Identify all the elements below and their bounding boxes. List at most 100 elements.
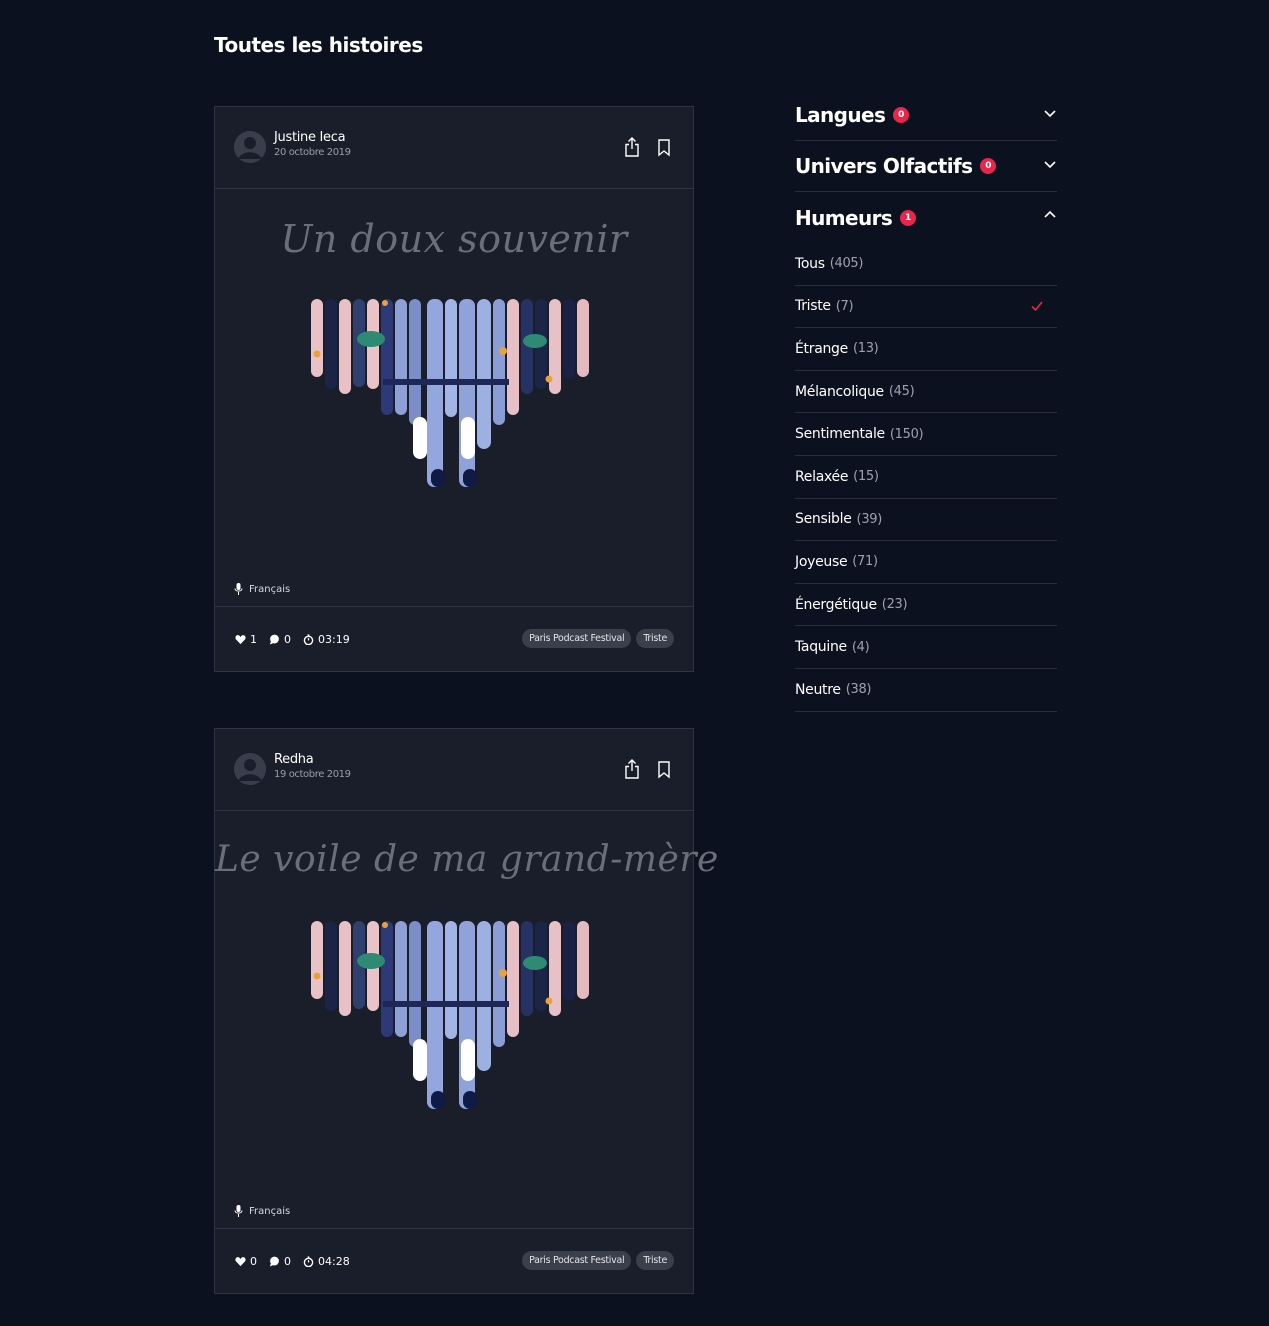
comment-icon bbox=[269, 634, 279, 645]
story-card-header: Redha 19 octobre 2019 bbox=[215, 729, 693, 811]
story-card-footer: 1 0 03:19 Paris Podcast Festival Triste bbox=[215, 607, 693, 671]
humeur-option[interactable]: Étrange (13) bbox=[795, 328, 1057, 371]
story-card-header: Justine Ieca 20 octobre 2019 bbox=[215, 107, 693, 189]
humeur-label: Sentimentale bbox=[795, 426, 885, 443]
story-card[interactable]: Redha 19 octobre 2019 Le voile de ma gra… bbox=[214, 728, 719, 1294]
humeur-count: (39) bbox=[856, 511, 883, 527]
tag-chip[interactable]: Paris Podcast Festival bbox=[522, 629, 632, 648]
duration-stat: 04:28 bbox=[303, 1255, 350, 1268]
humeur-label: Sensible bbox=[795, 511, 852, 528]
share-icon[interactable] bbox=[623, 759, 641, 779]
story-language: Français bbox=[234, 583, 290, 595]
humeur-count: (71) bbox=[852, 554, 878, 570]
humeur-option[interactable]: Mélancolique (45) bbox=[795, 371, 1057, 414]
language-label: Français bbox=[249, 583, 291, 595]
microphone-icon bbox=[234, 1205, 243, 1217]
tag-chip[interactable]: Triste bbox=[636, 1251, 674, 1270]
humeur-count: (15) bbox=[853, 469, 879, 485]
humeurs-list: Tous (405) Triste (7) Étrange (13) Mélancol… bbox=[795, 243, 1057, 712]
likes-count: 0 bbox=[250, 1255, 257, 1268]
humeur-option[interactable]: Sentimentale (150) bbox=[795, 413, 1057, 456]
humeur-label: Triste bbox=[795, 298, 831, 315]
humeur-count: (7) bbox=[835, 298, 854, 314]
story-date: 19 octobre 2019 bbox=[274, 769, 351, 780]
bookmark-icon[interactable] bbox=[655, 137, 673, 157]
author-name[interactable]: Redha bbox=[274, 752, 314, 767]
humeur-option[interactable]: Tous (405) bbox=[795, 243, 1057, 286]
duration-stat: 03:19 bbox=[303, 633, 350, 646]
filter-langues-title: Langues bbox=[795, 103, 886, 127]
avatar-icon[interactable] bbox=[234, 753, 266, 785]
story-tags: Paris Podcast Festival Triste bbox=[522, 1251, 674, 1270]
filter-humeurs-toggle[interactable]: Humeurs 1 bbox=[795, 192, 1057, 243]
humeur-count: (4) bbox=[851, 639, 870, 655]
story-card[interactable]: Justine Ieca 20 octobre 2019 Un doux sou… bbox=[214, 106, 694, 672]
humeur-label: Neutre bbox=[795, 681, 841, 698]
tag-chip[interactable]: Paris Podcast Festival bbox=[522, 1251, 632, 1270]
story-card-body[interactable]: Le voile de ma grand-mère Français bbox=[215, 811, 719, 1229]
chevron-down-icon bbox=[1044, 161, 1056, 169]
share-icon[interactable] bbox=[623, 137, 641, 157]
filter-langues-badge: 0 bbox=[893, 107, 910, 123]
microphone-icon bbox=[234, 583, 243, 595]
duration-value: 03:19 bbox=[318, 633, 350, 646]
humeur-option[interactable]: Sensible (39) bbox=[795, 499, 1057, 542]
chevron-down-icon bbox=[1044, 110, 1056, 118]
story-illustration bbox=[311, 921, 589, 1109]
humeur-option[interactable]: Énergétique (23) bbox=[795, 584, 1057, 627]
story-title: Un doux souvenir bbox=[280, 217, 628, 261]
bookmark-icon[interactable] bbox=[655, 759, 673, 779]
check-icon bbox=[1031, 301, 1043, 311]
story-stats: 0 0 04:28 bbox=[235, 1255, 362, 1268]
chevron-up-icon bbox=[1044, 210, 1056, 218]
humeur-option[interactable]: Triste (7) bbox=[795, 286, 1057, 329]
page-title: Toutes les histoires bbox=[214, 33, 423, 57]
timer-icon bbox=[303, 634, 314, 645]
filter-univers-toggle[interactable]: Univers Olfactifs 0 bbox=[795, 141, 1057, 192]
comments-stat[interactable]: 0 bbox=[269, 1255, 291, 1268]
filter-univers-badge: 0 bbox=[980, 158, 997, 174]
author-name[interactable]: Justine Ieca bbox=[274, 130, 346, 145]
filter-univers-title: Univers Olfactifs bbox=[795, 154, 973, 178]
story-tags: Paris Podcast Festival Triste bbox=[522, 629, 674, 648]
comments-stat[interactable]: 0 bbox=[269, 633, 291, 646]
filter-humeurs-badge: 1 bbox=[900, 209, 917, 226]
likes-stat[interactable]: 1 bbox=[235, 633, 257, 646]
story-date: 20 octobre 2019 bbox=[274, 147, 351, 158]
humeur-count: (13) bbox=[852, 341, 879, 357]
story-card-footer: 0 0 04:28 Paris Podcast Festival Triste bbox=[215, 1229, 693, 1293]
humeur-count: (150) bbox=[889, 426, 924, 442]
page: Toutes les histoires Justine Ieca 20 oct… bbox=[0, 0, 1269, 1326]
humeur-option[interactable]: Neutre (38) bbox=[795, 669, 1057, 712]
humeur-label: Taquine bbox=[795, 639, 847, 656]
humeur-label: Relaxée bbox=[795, 468, 849, 485]
duration-value: 04:28 bbox=[318, 1255, 350, 1268]
humeur-label: Énergétique bbox=[795, 596, 877, 613]
comments-count: 0 bbox=[284, 1255, 291, 1268]
humeur-count: (38) bbox=[845, 682, 872, 698]
humeur-count: (405) bbox=[829, 256, 864, 272]
humeur-count: (23) bbox=[881, 597, 908, 613]
story-title: Le voile de ma grand-mère bbox=[215, 839, 719, 880]
likes-stat[interactable]: 0 bbox=[235, 1255, 257, 1268]
language-label: Français bbox=[249, 1205, 291, 1217]
humeur-label: Joyeuse bbox=[795, 553, 848, 570]
story-language: Français bbox=[234, 1205, 290, 1217]
heart-icon bbox=[235, 1257, 246, 1267]
story-card-body[interactable]: Un doux souvenir Français bbox=[215, 189, 693, 607]
filter-sidebar: Langues 0 Univers Olfactifs 0 Humeurs 1 … bbox=[795, 90, 1057, 712]
comment-icon bbox=[269, 1256, 279, 1267]
humeur-label: Tous bbox=[795, 255, 825, 272]
humeur-label: Mélancolique bbox=[795, 383, 884, 400]
timer-icon bbox=[303, 1256, 314, 1267]
humeur-option[interactable]: Joyeuse (71) bbox=[795, 541, 1057, 584]
likes-count: 1 bbox=[250, 633, 257, 646]
humeur-option[interactable]: Relaxée (15) bbox=[795, 456, 1057, 499]
filter-langues-toggle[interactable]: Langues 0 bbox=[795, 90, 1057, 141]
story-illustration bbox=[311, 299, 589, 487]
comments-count: 0 bbox=[284, 633, 291, 646]
story-stats: 1 0 03:19 bbox=[235, 633, 362, 646]
humeur-option[interactable]: Taquine (4) bbox=[795, 626, 1057, 669]
avatar-icon[interactable] bbox=[234, 131, 266, 163]
tag-chip[interactable]: Triste bbox=[636, 629, 674, 648]
